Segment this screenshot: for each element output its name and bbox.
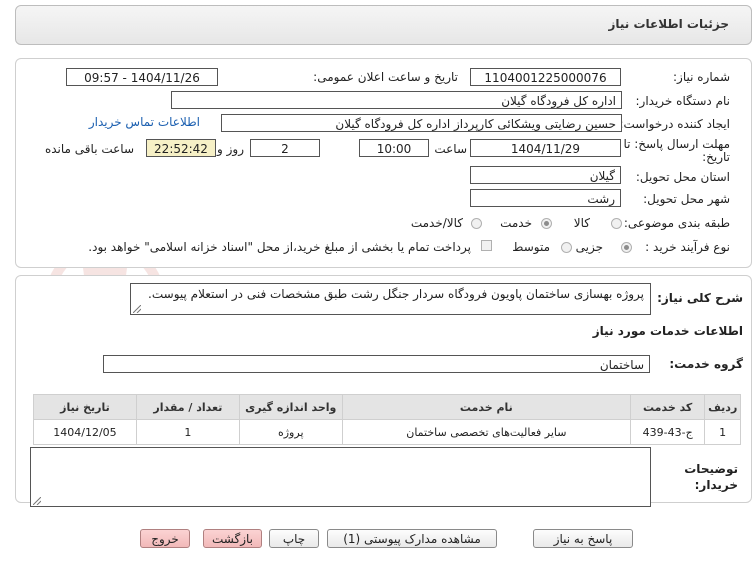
reply-button[interactable]: پاسخ به نیاز: [533, 529, 633, 548]
need-number-label: شماره نیاز:: [673, 70, 730, 84]
col-row: ردیف: [704, 394, 741, 420]
cell-service-code: ج-43-439: [629, 419, 706, 445]
category-option-goods-service: کالا/خدمت: [410, 216, 463, 230]
deadline-time-field: 10:00: [359, 139, 429, 157]
description-label: شرح کلی نیاز:: [657, 291, 743, 305]
page-header: جزئیات اطلاعات نیاز: [15, 5, 752, 45]
creator-label: ایجاد کننده درخواست:: [619, 117, 730, 131]
resize-grip-icon[interactable]: [33, 497, 41, 505]
buyer-contact-link[interactable]: اطلاعات تماس خریدار: [89, 115, 200, 129]
process-option-medium: متوسط: [512, 240, 550, 254]
page-title: جزئیات اطلاعات نیاز: [608, 17, 729, 31]
creator-field: حسین رضایتی ویشکائی کارپرداز اداره کل فر…: [221, 114, 622, 132]
col-unit: واحد اندازه گیری: [238, 394, 343, 420]
city-field: رشت: [470, 189, 621, 207]
col-service-name: نام خدمت: [341, 394, 632, 420]
buyer-org-label: نام دستگاه خریدار:: [635, 94, 731, 108]
deadline-label: مهلت ارسال پاسخ: تا: [623, 137, 730, 151]
remaining-time-field: 22:52:42: [146, 139, 216, 157]
days-label: روز و: [217, 142, 244, 156]
buyer-notes-label: توضیحات: [684, 462, 738, 476]
process-option-minor: جزیی: [575, 240, 603, 254]
deadline-label-date: تاریخ:: [702, 150, 730, 164]
deadline-time-label: ساعت: [434, 142, 467, 156]
col-need-date: تاریخ نیاز: [33, 394, 137, 420]
announce-datetime-field: 1404/11/26 - 09:57: [66, 68, 218, 86]
col-quantity: تعداد / مقدار: [135, 394, 240, 420]
announce-label: تاریخ و ساعت اعلان عمومی:: [313, 70, 458, 84]
remaining-time-label: ساعت باقی مانده: [44, 142, 134, 156]
buyer-notes-textarea[interactable]: [30, 447, 651, 507]
category-radio-goods[interactable]: [611, 218, 622, 229]
cell-row: 1: [704, 419, 741, 445]
col-service-code: کد خدمت: [629, 394, 706, 420]
services-table: ردیف کد خدمت نام خدمت واحد اندازه گیری ت…: [33, 394, 741, 445]
service-group-label: گروه خدمت:: [669, 357, 743, 371]
table-row: 1 ج-43-439 سایر فعالیت‌های تخصصی ساختمان…: [33, 419, 741, 445]
buyer-notes-label-2: خریدار:: [694, 478, 738, 492]
service-group-field: ساختمان: [103, 355, 650, 373]
category-label: طبقه بندی موضوعی:: [623, 216, 730, 230]
services-table-header: ردیف کد خدمت نام خدمت واحد اندازه گیری ت…: [33, 394, 741, 420]
days-remaining-field: 2: [250, 139, 320, 157]
back-button[interactable]: بازگشت: [203, 529, 262, 548]
description-textarea[interactable]: پروژه بهسازی ساختمان پاویون فرودگاه سردا…: [130, 283, 651, 315]
need-info-panel: [15, 58, 752, 268]
category-radio-service[interactable]: [541, 218, 552, 229]
services-section-title: اطلاعات خدمات مورد نیاز: [592, 324, 743, 338]
process-label: نوع فرآیند خرید :: [645, 240, 730, 254]
deadline-date-field: 1404/11/29: [470, 139, 621, 157]
treasury-payment-checkbox[interactable]: [481, 240, 492, 251]
cell-service-name: سایر فعالیت‌های تخصصی ساختمان: [341, 419, 632, 445]
city-label: شهر محل تحویل:: [643, 192, 730, 206]
cell-need-date: 1404/12/05: [33, 419, 137, 445]
cell-quantity: 1: [135, 419, 240, 445]
buyer-org-field: اداره کل فرودگاه گیلان: [171, 91, 622, 109]
treasury-payment-note: پرداخت تمام یا بخشی از مبلغ خرید،از محل …: [88, 240, 471, 254]
need-number-field: 1104001225000076: [470, 68, 621, 86]
process-radio-medium[interactable]: [561, 242, 572, 253]
cell-unit: پروژه: [238, 419, 343, 445]
category-option-goods: کالا: [573, 216, 590, 230]
resize-grip-icon[interactable]: [133, 305, 141, 313]
province-label: استان محل تحویل:: [635, 170, 730, 184]
print-button[interactable]: چاپ: [269, 529, 319, 548]
exit-button[interactable]: خروج: [140, 529, 190, 548]
process-radio-minor[interactable]: [621, 242, 632, 253]
category-option-service: خدمت: [500, 216, 532, 230]
description-text: پروژه بهسازی ساختمان پاویون فرودگاه سردا…: [148, 287, 644, 301]
province-field: گیلان: [470, 166, 621, 184]
category-radio-goods-service[interactable]: [471, 218, 482, 229]
view-attachments-button[interactable]: مشاهده مدارک پیوستی (1): [327, 529, 497, 548]
